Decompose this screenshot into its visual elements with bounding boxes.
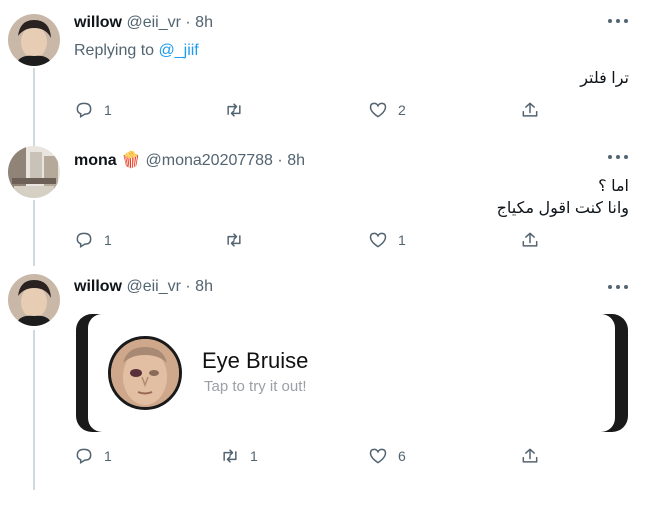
lens-thumbnail (108, 336, 182, 410)
more-icon[interactable] (607, 284, 629, 298)
retweet-button[interactable] (224, 230, 254, 250)
like-count: 6 (398, 448, 406, 464)
author-handle[interactable]: @eii_vr (126, 278, 180, 295)
like-button[interactable]: 2 (368, 100, 406, 120)
share-icon (522, 232, 538, 247)
tweet-header: mona 🍿 @mona20207788 · 8h (74, 150, 305, 170)
tweet-header: willow @eii_vr · 8h (74, 14, 213, 32)
separator: · (277, 152, 283, 169)
like-count: 2 (398, 102, 406, 118)
lens-card[interactable]: Eye Bruise Tap to try it out! (88, 314, 615, 432)
retweet-button[interactable] (224, 100, 254, 120)
tweet-header: willow @eii_vr · 8h (74, 278, 213, 296)
reply-count: 1 (104, 448, 112, 464)
share-icon (522, 102, 538, 117)
share-icon (522, 448, 538, 463)
heart-icon (369, 232, 387, 248)
reply-icon (76, 448, 92, 464)
replying-prefix: Replying to (74, 42, 159, 59)
avatar[interactable] (8, 146, 60, 198)
timestamp[interactable]: 8h (195, 278, 213, 295)
tweet-text: ترا فلتر (580, 70, 629, 87)
tweet-actions: 1 2 (74, 100, 544, 122)
like-button[interactable]: 1 (368, 230, 406, 250)
more-icon[interactable] (607, 18, 629, 32)
tweet[interactable]: willow @eii_vr · 8h Replying to @_jiif ت… (0, 0, 649, 140)
reply-icon (76, 232, 92, 248)
share-button[interactable] (520, 100, 540, 120)
reply-icon (76, 102, 92, 118)
author-name[interactable]: willow (74, 14, 122, 31)
tweet-text-line: وانا كنت اقول مكياج (496, 200, 629, 217)
reply-button[interactable]: 1 (74, 446, 112, 466)
reply-count: 1 (104, 232, 112, 248)
retweet-icon (227, 103, 241, 117)
timestamp[interactable]: 8h (195, 14, 213, 31)
heart-icon (369, 102, 387, 118)
timestamp[interactable]: 8h (287, 152, 305, 169)
lens-title: Eye Bruise (202, 348, 309, 373)
retweet-button[interactable]: 1 (220, 446, 258, 466)
author-handle[interactable]: @eii_vr (126, 14, 180, 31)
reply-button[interactable]: 1 (74, 100, 112, 120)
lens-subtitle: Tap to try it out! (204, 378, 307, 395)
heart-icon (369, 448, 387, 464)
like-count: 1 (398, 232, 406, 248)
more-icon[interactable] (607, 154, 629, 168)
author-handle[interactable]: @mona20207788 (146, 152, 273, 169)
tweet-actions: 1 1 6 (74, 446, 544, 468)
retweet-icon (227, 233, 241, 247)
mention-link[interactable]: @_jiif (159, 42, 199, 59)
author-name[interactable]: willow (74, 278, 122, 295)
reply-button[interactable]: 1 (74, 230, 112, 250)
retweet-count: 1 (250, 448, 258, 464)
separator: · (185, 278, 191, 295)
tweet-actions: 1 1 (74, 230, 544, 252)
avatar[interactable] (8, 274, 60, 326)
like-button[interactable]: 6 (368, 446, 406, 466)
author-name[interactable]: mona (74, 152, 117, 169)
share-button[interactable] (520, 446, 540, 466)
tweet-text: اما ؟ وانا كنت اقول مكياج (497, 176, 629, 220)
popcorn-emoji: 🍿 (121, 152, 142, 169)
tweet[interactable]: mona 🍿 @mona20207788 · 8h اما ؟ وانا كنت… (0, 140, 649, 270)
replying-to: Replying to @_jiif (74, 42, 199, 60)
tweet-text-line: اما ؟ (598, 178, 629, 195)
share-button[interactable] (520, 230, 540, 250)
separator: · (185, 14, 191, 31)
media-card[interactable]: Eye Bruise Tap to try it out! (76, 314, 628, 432)
avatar[interactable] (8, 14, 60, 66)
retweet-icon (223, 449, 237, 463)
reply-count: 1 (104, 102, 112, 118)
